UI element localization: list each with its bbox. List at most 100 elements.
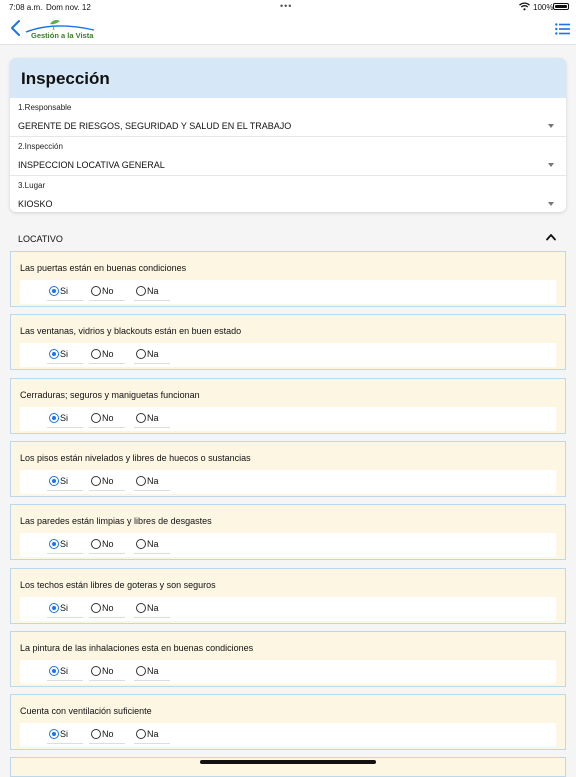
question-card: Cuenta con ventilación suficiente Si No Na — [10, 694, 566, 750]
back-chevron-icon[interactable] — [8, 18, 24, 38]
radio-label: No — [102, 603, 114, 613]
dropdown-caret-icon — [548, 202, 554, 206]
radio-selected-icon[interactable] — [49, 729, 59, 739]
field-value: GERENTE DE RIESGOS, SEGURIDAD Y SALUD EN… — [18, 121, 292, 131]
radio-unselected-icon[interactable] — [91, 349, 101, 359]
radio-selected-icon[interactable] — [49, 476, 59, 486]
question-text: Las puertas están en buenas condiciones — [20, 263, 187, 273]
radio-label: Si — [60, 603, 69, 613]
nav-bar: Gestión a la Vista — [0, 14, 576, 45]
form-header: Inspección — [10, 58, 566, 98]
home-indicator[interactable] — [200, 760, 376, 764]
multitask-dots-icon[interactable]: ••• — [280, 1, 292, 11]
radio-unselected-icon[interactable] — [136, 729, 146, 739]
radio-group: Si No Na — [20, 597, 556, 621]
field-label: 2.Inspección — [18, 142, 63, 151]
radio-group: Si No Na — [20, 660, 556, 684]
lugar-select[interactable]: 3.Lugar KIOSKO — [10, 176, 566, 212]
radio-group: Si No Na — [20, 343, 556, 367]
inspection-form-card: Inspección 1.Responsable GERENTE DE RIES… — [10, 58, 566, 212]
question-card: La pintura de las inhalaciones esta en b… — [10, 631, 566, 687]
inspeccion-select[interactable]: 2.Inspección INSPECCION LOCATIVA GENERAL — [10, 137, 566, 176]
radio-group: Si No Na — [20, 407, 556, 431]
radio-unselected-icon[interactable] — [91, 666, 101, 676]
radio-label: Si — [60, 539, 69, 549]
section-label: LOCATIVO — [18, 234, 63, 244]
radio-group: Si No Na — [20, 280, 556, 304]
wifi-icon — [519, 2, 530, 11]
radio-selected-icon[interactable] — [49, 349, 59, 359]
radio-label: Na — [147, 603, 159, 613]
radio-selected-icon[interactable] — [49, 413, 59, 423]
radio-unselected-icon[interactable] — [136, 286, 146, 296]
question-card: Las paredes están limpias y libres de de… — [10, 504, 566, 560]
option-underline — [47, 490, 83, 491]
question-text: Cuenta con ventilación suficiente — [20, 706, 152, 716]
option-underline — [134, 300, 170, 301]
status-date: Dom nov. 12 — [46, 3, 91, 12]
status-bar: 7:08 a.m. Dom nov. 12 ••• 100% — [0, 0, 576, 14]
radio-unselected-icon[interactable] — [136, 603, 146, 613]
radio-label: No — [102, 286, 114, 296]
option-underline — [89, 680, 125, 681]
question-card: Las puertas están en buenas condiciones S… — [10, 251, 566, 307]
radio-selected-icon[interactable] — [49, 286, 59, 296]
status-time: 7:08 a.m. — [9, 3, 43, 12]
radio-unselected-icon[interactable] — [136, 413, 146, 423]
radio-selected-icon[interactable] — [49, 603, 59, 613]
radio-label: Si — [60, 349, 69, 359]
battery-icon — [553, 3, 569, 10]
radio-label: Na — [147, 413, 159, 423]
radio-selected-icon[interactable] — [49, 666, 59, 676]
chevron-up-icon[interactable] — [545, 232, 557, 242]
radio-label: Na — [147, 476, 159, 486]
option-underline — [47, 743, 83, 744]
option-underline — [134, 617, 170, 618]
radio-label: No — [102, 666, 114, 676]
radio-unselected-icon[interactable] — [91, 413, 101, 423]
option-underline — [134, 553, 170, 554]
option-underline — [47, 553, 83, 554]
radio-group: Si No Na — [20, 533, 556, 557]
question-card: Las ventanas, vidrios y blackouts están … — [10, 314, 566, 370]
radio-unselected-icon[interactable] — [91, 539, 101, 549]
option-underline — [134, 363, 170, 364]
section-header-locativo[interactable]: LOCATIVO — [10, 226, 566, 250]
radio-unselected-icon[interactable] — [136, 476, 146, 486]
option-underline — [134, 490, 170, 491]
radio-group: Si No Na — [20, 470, 556, 494]
radio-label: Si — [60, 286, 69, 296]
question-card: Los techos están libres de goteras y son… — [10, 568, 566, 624]
radio-unselected-icon[interactable] — [91, 286, 101, 296]
radio-unselected-icon[interactable] — [136, 349, 146, 359]
radio-unselected-icon[interactable] — [136, 539, 146, 549]
list-menu-icon[interactable] — [555, 23, 570, 35]
question-text: Las ventanas, vidrios y blackouts están … — [20, 326, 242, 336]
responsable-select[interactable]: 1.Responsable GERENTE DE RIESGOS, SEGURI… — [10, 98, 566, 137]
question-text: Cerraduras; seguros y maniguetas funcion… — [20, 390, 200, 400]
radio-label: No — [102, 476, 114, 486]
radio-label: No — [102, 413, 114, 423]
radio-unselected-icon[interactable] — [136, 666, 146, 676]
radio-selected-icon[interactable] — [49, 539, 59, 549]
option-underline — [134, 743, 170, 744]
option-underline — [89, 490, 125, 491]
radio-unselected-icon[interactable] — [91, 476, 101, 486]
radio-unselected-icon[interactable] — [91, 729, 101, 739]
option-underline — [47, 680, 83, 681]
radio-label: Na — [147, 539, 159, 549]
radio-label: Na — [147, 286, 159, 296]
dropdown-caret-icon — [548, 124, 554, 128]
option-underline — [47, 363, 83, 364]
radio-label: Na — [147, 349, 159, 359]
field-label: 3.Lugar — [18, 181, 46, 190]
dropdown-caret-icon — [548, 163, 554, 167]
field-value: KIOSKO — [18, 199, 53, 209]
option-underline — [89, 617, 125, 618]
radio-label: No — [102, 539, 114, 549]
radio-unselected-icon[interactable] — [91, 603, 101, 613]
radio-label: Na — [147, 666, 159, 676]
question-text: Las paredes están limpias y libres de de… — [20, 516, 212, 526]
brand-name: Gestión a la Vista — [31, 31, 94, 40]
radio-label: Si — [60, 729, 69, 739]
